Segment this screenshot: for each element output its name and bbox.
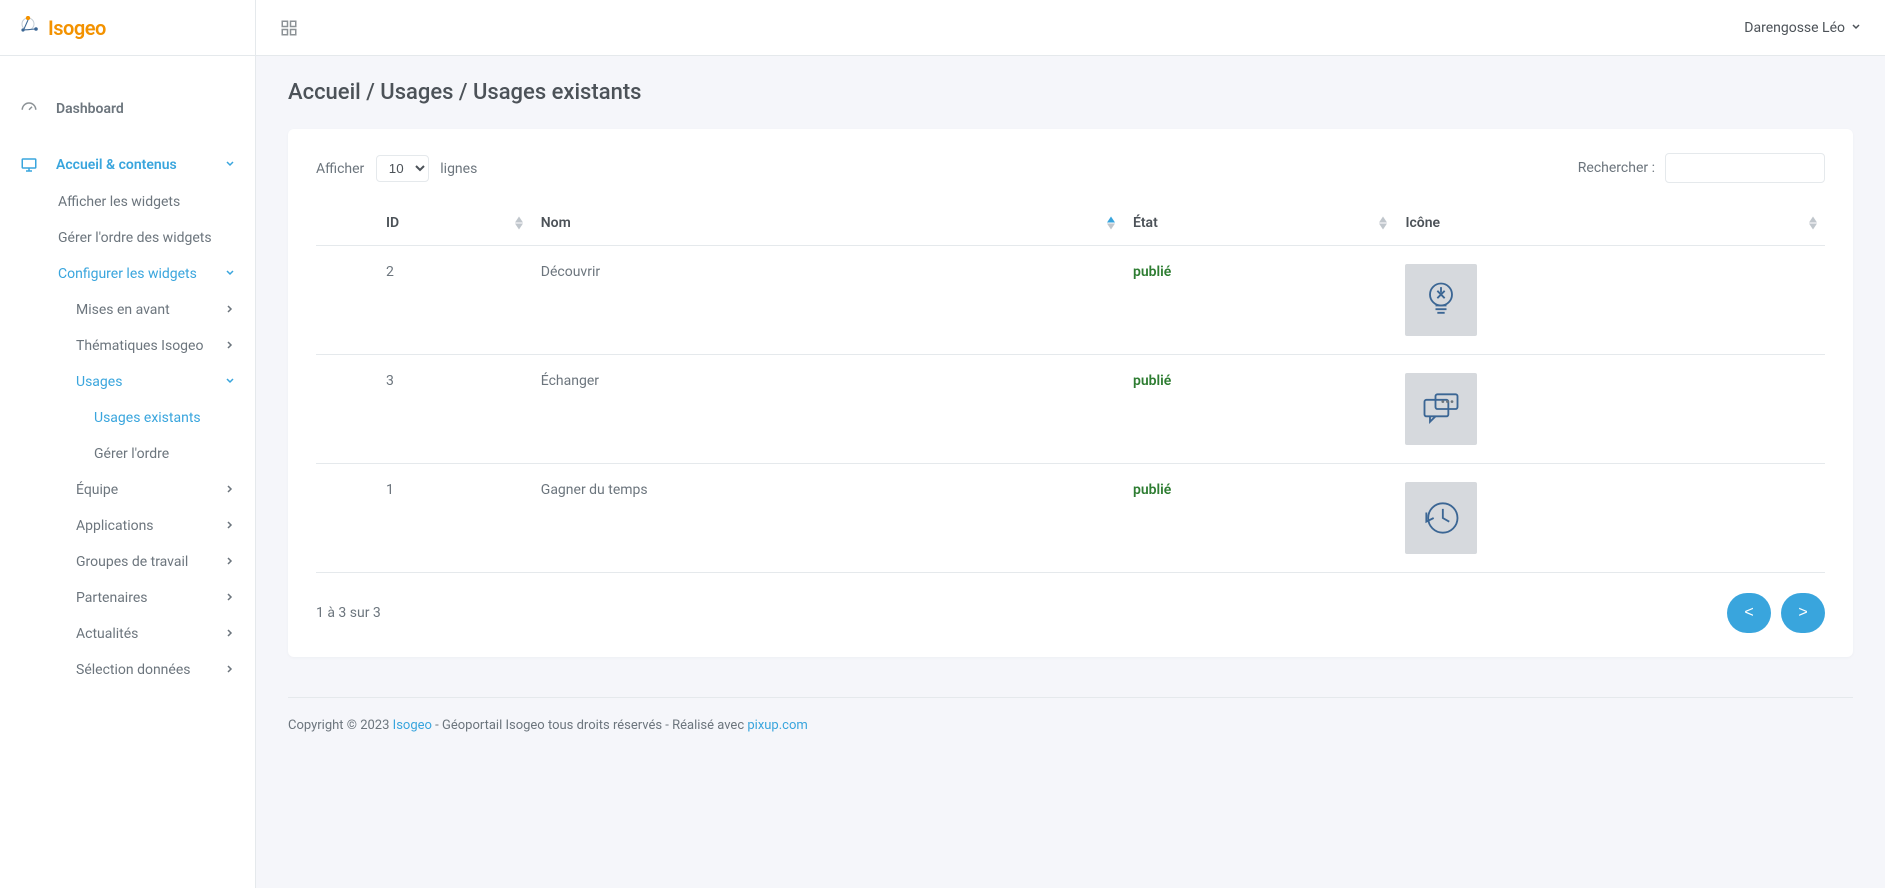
cell-nom: Échanger	[541, 373, 599, 389]
sidebar-label-partenaires: Partenaires	[76, 590, 147, 606]
next-page-button[interactable]: >	[1781, 593, 1825, 633]
search-label: Rechercher :	[1578, 160, 1655, 176]
sidebar-item-gerer-ordre-widgets[interactable]: Gérer l'ordre des widgets	[0, 220, 255, 256]
sidebar-item-usages-existants[interactable]: Usages existants	[0, 400, 255, 436]
row-icon-bulb-icon	[1405, 264, 1477, 336]
row-icon-clock-icon	[1405, 482, 1477, 554]
chevron-right-icon	[225, 338, 235, 354]
logo-text: Isogeo	[48, 16, 106, 40]
sidebar-item-usages[interactable]: Usages	[0, 364, 255, 400]
dashboard-icon	[20, 100, 38, 118]
sidebar-item-dashboard[interactable]: Dashboard	[0, 90, 255, 128]
user-name: Darengosse Léo	[1744, 20, 1845, 36]
cell-etat: publié	[1133, 373, 1171, 389]
sidebar-label-configurer-widgets: Configurer les widgets	[58, 266, 197, 282]
sidebar-item-accueil[interactable]: Accueil & contenus	[0, 146, 255, 184]
sidebar-label-equipe: Équipe	[76, 482, 118, 498]
cell-etat: publié	[1133, 264, 1171, 280]
sidebar-label-accueil: Accueil & contenus	[56, 157, 177, 173]
sidebar-item-groupes-travail[interactable]: Groupes de travail	[0, 544, 255, 580]
search-input[interactable]	[1665, 153, 1825, 183]
sidebar-label-afficher-widgets: Afficher les widgets	[58, 194, 180, 210]
footer: Copyright © 2023 Isogeo - Géoportail Iso…	[288, 697, 1853, 733]
col-id[interactable]: ID	[376, 201, 531, 246]
sidebar-label-usages-existants: Usages existants	[94, 410, 201, 426]
sidebar-label-applications: Applications	[76, 518, 154, 534]
cell-etat: publié	[1133, 482, 1171, 498]
footer-pixup-link[interactable]: pixup.com	[747, 718, 807, 733]
sidebar-item-actualites[interactable]: Actualités	[0, 616, 255, 652]
table-row[interactable]: 3 Échanger publié	[316, 355, 1825, 464]
cell-nom: Gagner du temps	[541, 482, 648, 498]
table-info: 1 à 3 sur 3	[316, 605, 381, 621]
sidebar-label-mises-en-avant: Mises en avant	[76, 302, 170, 318]
cell-id: 3	[386, 373, 394, 389]
sidebar-item-thematiques-isogeo[interactable]: Thématiques Isogeo	[0, 328, 255, 364]
sidebar-item-equipe[interactable]: Équipe	[0, 472, 255, 508]
logo-mark-icon	[20, 16, 44, 40]
sidebar-label-usages: Usages	[76, 374, 122, 390]
cell-nom: Découvrir	[541, 264, 600, 280]
monitor-icon	[20, 156, 38, 174]
sidebar-item-partenaires[interactable]: Partenaires	[0, 580, 255, 616]
sidebar-item-afficher-widgets[interactable]: Afficher les widgets	[0, 184, 255, 220]
cell-id: 2	[386, 264, 394, 280]
col-icone[interactable]: Icône	[1395, 201, 1825, 246]
chevron-down-icon	[1851, 20, 1861, 36]
page-length: Afficher 10 lignes	[316, 155, 477, 182]
chevron-right-icon	[225, 554, 235, 570]
chevron-down-icon	[225, 157, 235, 173]
logo[interactable]: Isogeo	[0, 0, 255, 56]
chevron-down-icon	[225, 266, 235, 282]
chevron-right-icon	[225, 302, 235, 318]
table-row[interactable]: 2 Découvrir publié	[316, 246, 1825, 355]
sidebar-item-gerer-ordre[interactable]: Gérer l'ordre	[0, 436, 255, 472]
show-suffix: lignes	[440, 161, 477, 177]
sort-icon	[1379, 217, 1387, 230]
chevron-right-icon	[225, 662, 235, 678]
chevron-right-icon	[225, 590, 235, 606]
sidebar-label-groupes-travail: Groupes de travail	[76, 554, 188, 570]
col-nom[interactable]: Nom	[531, 201, 1123, 246]
sidebar-item-applications[interactable]: Applications	[0, 508, 255, 544]
usages-table-card: Afficher 10 lignes Rechercher :	[288, 129, 1853, 657]
apps-grid-icon[interactable]	[280, 19, 298, 37]
footer-middle: - Géoportail Isogeo tous droits réservés…	[432, 718, 747, 733]
col-etat[interactable]: État	[1123, 201, 1396, 246]
sidebar-item-selection-donnees[interactable]: Sélection données	[0, 652, 255, 688]
sort-icon	[515, 217, 523, 230]
row-icon-chat-icon	[1405, 373, 1477, 445]
page-length-select[interactable]: 10	[376, 155, 429, 182]
show-prefix: Afficher	[316, 161, 364, 177]
sidebar-item-mises-en-avant[interactable]: Mises en avant	[0, 292, 255, 328]
col-expand	[316, 201, 376, 246]
sidebar-label-actualites: Actualités	[76, 626, 138, 642]
sidebar-label-dashboard: Dashboard	[56, 101, 124, 117]
sidebar-label-selection-donnees: Sélection données	[76, 662, 190, 678]
chevron-right-icon	[225, 518, 235, 534]
user-menu[interactable]: Darengosse Léo	[1744, 20, 1861, 36]
sidebar-item-configurer-widgets[interactable]: Configurer les widgets	[0, 256, 255, 292]
chevron-right-icon	[225, 482, 235, 498]
prev-page-button[interactable]: <	[1727, 593, 1771, 633]
footer-brand-link[interactable]: Isogeo	[393, 718, 432, 733]
sort-icon	[1809, 217, 1817, 230]
table-row[interactable]: 1 Gagner du temps publié	[316, 464, 1825, 573]
sidebar-label-gerer-ordre-widgets: Gérer l'ordre des widgets	[58, 230, 212, 246]
sidebar-label-thematiques-isogeo: Thématiques Isogeo	[76, 338, 203, 354]
chevron-right-icon	[225, 626, 235, 642]
chevron-down-icon	[225, 374, 235, 390]
cell-id: 1	[386, 482, 394, 498]
footer-copyright: Copyright © 2023	[288, 718, 393, 733]
sort-asc-icon	[1107, 217, 1115, 230]
breadcrumb: Accueil / Usages / Usages existants	[288, 80, 1853, 105]
sidebar-label-gerer-ordre: Gérer l'ordre	[94, 446, 169, 462]
